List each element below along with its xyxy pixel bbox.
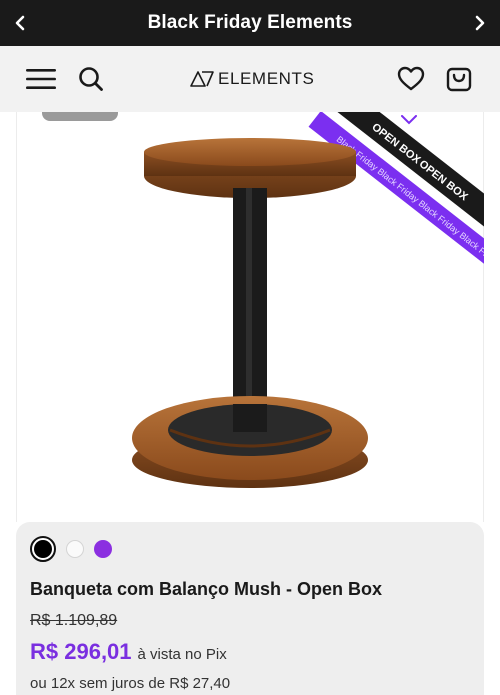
installments-text: ou 12x sem juros de R$ 27,40 (30, 675, 231, 692)
color-swatches (30, 536, 112, 562)
product-image[interactable] (120, 130, 380, 500)
product-name[interactable]: Banqueta com Balanço Mush - Open Box (30, 579, 382, 600)
price-note: à vista no Pix (137, 646, 227, 663)
price-row: R$ 296,01 à vista no Pix (30, 639, 227, 665)
swatch-white[interactable] (66, 540, 84, 558)
current-price: R$ 296,01 (30, 639, 132, 664)
product-info-panel: Banqueta com Balanço Mush - Open Box R$ … (16, 522, 484, 695)
old-price: R$ 1.109,89 (30, 612, 118, 629)
swatch-black[interactable] (30, 536, 56, 562)
swatch-purple[interactable] (94, 540, 112, 558)
